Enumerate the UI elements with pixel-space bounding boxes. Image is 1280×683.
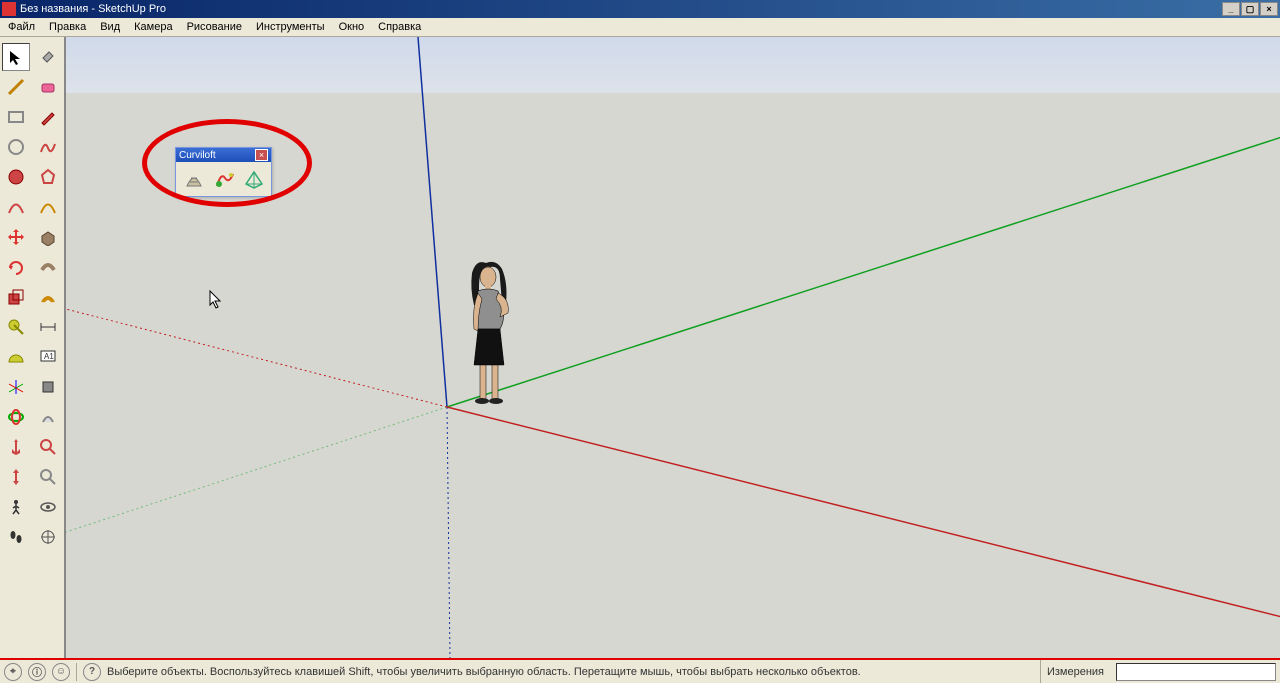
paintbucket-tool[interactable] [34, 43, 62, 71]
status-hint: Выберите объекты. Воспользуйтесь клавише… [107, 666, 1034, 678]
measurements-section: Измерения [1040, 660, 1110, 683]
curviloft-title: Curviloft [179, 150, 216, 161]
pencil-tool[interactable] [34, 103, 62, 131]
arc2-tool[interactable] [34, 193, 62, 221]
walk-tool[interactable] [2, 493, 30, 521]
curviloft-loft-spline-button[interactable] [181, 166, 207, 192]
measurements-label: Измерения [1047, 666, 1104, 678]
measurements-input[interactable] [1116, 663, 1276, 681]
curviloft-loft-path-button[interactable] [211, 166, 237, 192]
axes-tool[interactable] [2, 373, 30, 401]
orbit-tool[interactable] [2, 403, 30, 431]
move-tool[interactable] [2, 223, 30, 251]
app-icon [2, 2, 16, 16]
status-help-icon[interactable]: ? [83, 663, 101, 681]
minimize-button[interactable]: _ [1222, 2, 1240, 16]
pan-tool[interactable] [2, 433, 30, 461]
status-bar: ⌖ ⓘ ☺ ? Выберите объекты. Воспользуйтесь… [0, 659, 1280, 683]
curviloft-body [176, 162, 271, 196]
scale-tool[interactable] [2, 283, 30, 311]
tape-tool[interactable] [2, 313, 30, 341]
status-geolocate-icon[interactable]: ⌖ [4, 663, 22, 681]
target-tool[interactable] [34, 523, 62, 551]
maximize-button[interactable]: ▢ [1241, 2, 1259, 16]
arc-tool[interactable] [2, 193, 30, 221]
text-tool[interactable]: A1 [34, 343, 62, 371]
curviloft-skinning-button[interactable] [241, 166, 267, 192]
rectangle-tool[interactable] [2, 103, 30, 131]
divider [76, 663, 77, 681]
status-credits-icon[interactable]: ⓘ [28, 663, 46, 681]
menu-help[interactable]: Справка [376, 20, 423, 34]
tool-column-right: A1 [32, 37, 64, 659]
viewport[interactable]: Curviloft × [64, 37, 1280, 659]
title-bar: Без названия - SketchUp Pro _ ▢ × [0, 0, 1280, 18]
menu-view[interactable]: Вид [98, 20, 122, 34]
pushpull-tool[interactable] [34, 223, 62, 251]
rotate-tool[interactable] [2, 253, 30, 281]
annotation-bottom-redline [0, 658, 1280, 660]
circle-tool[interactable] [2, 133, 30, 161]
offset-tool[interactable] [34, 283, 62, 311]
footprints-tool[interactable] [2, 523, 30, 551]
status-user-icon[interactable]: ☺ [52, 663, 70, 681]
circle2-tool[interactable] [2, 163, 30, 191]
menu-edit[interactable]: Правка [47, 20, 88, 34]
close-button[interactable]: × [1260, 2, 1278, 16]
dimension-tool[interactable] [34, 313, 62, 341]
menu-bar: Файл Правка Вид Камера Рисование Инструм… [0, 18, 1280, 37]
lookaround-tool[interactable] [34, 403, 62, 431]
followme-tool[interactable] [34, 253, 62, 281]
section-tool[interactable] [34, 373, 62, 401]
curviloft-toolbar[interactable]: Curviloft × [175, 147, 272, 197]
menu-tools[interactable]: Инструменты [254, 20, 327, 34]
window-title: Без названия - SketchUp Pro [20, 3, 1222, 15]
protractor-tool[interactable] [2, 343, 30, 371]
menu-window[interactable]: Окно [337, 20, 367, 34]
menu-camera[interactable]: Камера [132, 20, 174, 34]
select-tool[interactable] [2, 43, 30, 71]
curviloft-titlebar[interactable]: Curviloft × [176, 148, 271, 162]
svg-text:A1: A1 [44, 352, 54, 361]
toolbar-area: A1 [0, 37, 64, 659]
freehand-tool[interactable] [34, 133, 62, 161]
zoom-window-tool[interactable] [34, 463, 62, 491]
window-controls: _ ▢ × [1222, 2, 1278, 16]
zoom-tool[interactable] [2, 463, 30, 491]
scene-svg [66, 37, 1280, 659]
polygon-tool[interactable] [34, 163, 62, 191]
menu-file[interactable]: Файл [6, 20, 37, 34]
menu-draw[interactable]: Рисование [185, 20, 244, 34]
zoom-extents-tool[interactable] [34, 433, 62, 461]
line-tool[interactable] [2, 73, 30, 101]
tool-column-left [0, 37, 32, 659]
curviloft-close-button[interactable]: × [255, 149, 268, 161]
eraser-tool[interactable] [34, 73, 62, 101]
eye-tool[interactable] [34, 493, 62, 521]
